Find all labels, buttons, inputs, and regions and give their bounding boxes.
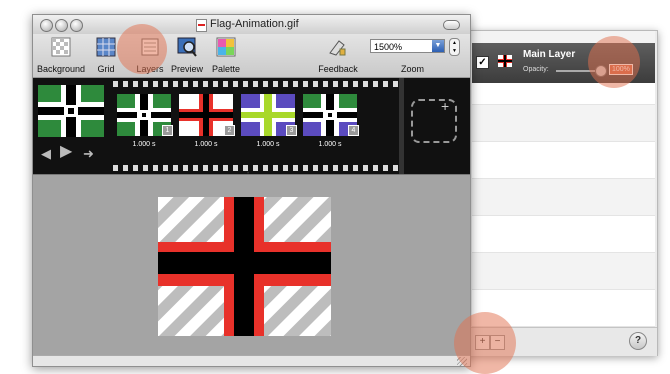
minimize-window-button[interactable] [55, 19, 68, 32]
chevron-down-icon[interactable]: ▼ [432, 40, 444, 52]
background-label: Background [36, 64, 86, 74]
feedback-icon [329, 40, 346, 56]
layers-label: Layers [136, 64, 164, 74]
zoom-value: 1500% [374, 42, 403, 52]
feedback-button[interactable]: Feedback [315, 37, 361, 74]
palette-icon [216, 37, 236, 57]
opacity-label: Opacity: [523, 66, 549, 73]
zoom-window-button[interactable] [70, 19, 83, 32]
palette-button[interactable]: Palette [209, 37, 243, 74]
layer-row-main[interactable]: ✓ Main Layer Opacity: 100% [472, 43, 655, 83]
zoom-select[interactable]: 1500% ▼ [370, 39, 445, 53]
status-bar [33, 355, 470, 366]
close-window-button[interactable] [40, 19, 53, 32]
toolbar-toggle-button[interactable] [443, 20, 460, 30]
frame-duration[interactable]: 1.000 s [117, 141, 171, 148]
list-item [472, 142, 655, 179]
list-item [472, 105, 655, 142]
preview-icon [177, 37, 197, 57]
film-perforation [113, 81, 400, 87]
remove-layer-button[interactable]: − [490, 335, 505, 350]
palette-label: Palette [211, 64, 241, 74]
frame-number-badge: 3 [286, 125, 297, 136]
frame-number-badge: 1 [162, 125, 173, 136]
filmstrip-divider [399, 78, 404, 174]
next-frame-button[interactable]: ➜ [83, 147, 94, 160]
zoom-label: Zoom [401, 64, 425, 74]
frame-duration[interactable]: 1.000 s [179, 141, 233, 148]
window-title: Flag-Animation.gif [210, 18, 299, 30]
preview-label: Preview [170, 64, 203, 74]
list-item [472, 216, 655, 253]
frame-filmstrip: ◀ ▶ ➜ 1 1.000 s 2 1.000 s 3 1.000 s 4 1.… [33, 78, 470, 174]
grid-button[interactable]: Grid [93, 37, 119, 74]
help-button[interactable]: ? [629, 332, 647, 350]
plus-icon: + [441, 98, 450, 114]
layers-button[interactable]: Layers [135, 37, 165, 74]
layers-panel-footer: + − ? [457, 327, 657, 356]
list-item [472, 253, 655, 290]
current-frame-preview [38, 85, 104, 137]
image-canvas[interactable] [158, 197, 331, 336]
play-button[interactable]: ▶ [60, 144, 72, 160]
film-perforation [113, 165, 400, 171]
list-item [472, 179, 655, 216]
background-button[interactable]: Background [35, 37, 87, 74]
layers-icon [141, 38, 159, 56]
frame-duration[interactable]: 1.000 s [303, 141, 357, 148]
file-icon [196, 19, 207, 32]
frame-number-badge: 4 [348, 125, 359, 136]
grid-label: Grid [97, 64, 115, 74]
list-item [472, 290, 655, 327]
zoom-stepper[interactable]: ▲ ▼ [449, 38, 460, 56]
layers-panel: ✓ Main Layer Opacity: 100% + − ? [456, 30, 658, 356]
frame-number-badge: 2 [224, 125, 235, 136]
frame-duration[interactable]: 1.000 s [241, 141, 295, 148]
add-layer-button[interactable]: + [475, 335, 490, 350]
add-frame-dropzone[interactable]: + [411, 98, 457, 143]
feedback-label: Feedback [318, 64, 358, 74]
previous-frame-button[interactable]: ◀ [41, 147, 51, 160]
toolbar: Background Grid Layers Preview Palette F… [33, 34, 470, 78]
opacity-value: 100% [609, 64, 633, 75]
grid-icon [96, 37, 116, 57]
main-window: Flag-Animation.gif Background Grid Layer… [32, 14, 471, 367]
preview-button[interactable]: Preview [170, 37, 204, 74]
opacity-slider-knob[interactable] [595, 65, 607, 77]
split-view-grip[interactable]: • [247, 171, 255, 177]
canvas-area[interactable]: • [33, 171, 470, 359]
background-icon [51, 37, 71, 57]
title-bar: Flag-Animation.gif [33, 15, 470, 34]
layer-thumbnail [498, 55, 512, 67]
layer-name[interactable]: Main Layer [523, 49, 575, 60]
layer-visibility-checkbox[interactable]: ✓ [476, 56, 489, 69]
